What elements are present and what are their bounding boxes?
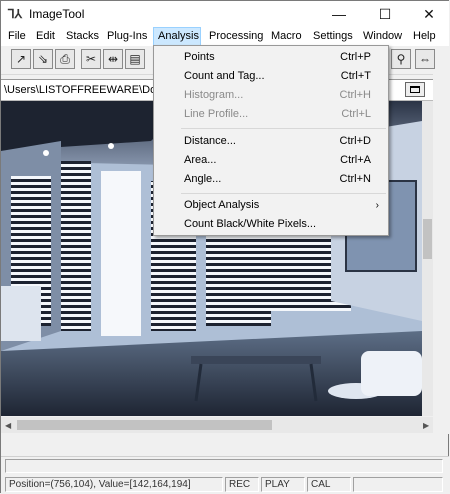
- menu-settings[interactable]: Settings: [309, 27, 357, 46]
- window-title: ImageTool: [29, 7, 85, 21]
- menu-item-area[interactable]: Area... Ctrl+A: [155, 151, 387, 170]
- menu-separator: [181, 128, 386, 129]
- pan-icon[interactable]: ⇔: [415, 49, 435, 69]
- menu-item-count-black-white-pixels[interactable]: Count Black/White Pixels...: [155, 215, 387, 234]
- status-cal: CAL: [307, 477, 351, 492]
- status-rec: REC: [225, 477, 259, 492]
- maximize-button[interactable]: ☐: [363, 1, 407, 27]
- imagetool-app-icon[interactable]: ⅂⅄: [8, 7, 24, 21]
- menu-macro[interactable]: Macro: [267, 27, 306, 46]
- status-bar: Position=(756,104), Value=[142,164,194] …: [1, 456, 449, 494]
- document-path: \Users\LISTOFFREEWARE\Downl: [4, 84, 173, 96]
- status-progress-field: [5, 459, 443, 473]
- submenu-arrow-icon: ›: [375, 200, 379, 211]
- cut-icon[interactable]: ✂: [81, 49, 101, 69]
- menu-bar: File Edit Stacks Plug-Ins Analysis Proce…: [1, 27, 449, 46]
- menu-help[interactable]: Help: [409, 27, 440, 46]
- status-position: Position=(756,104), Value=[142,164,194]: [5, 477, 223, 492]
- zoom-icon[interactable]: ⚲: [391, 49, 411, 69]
- minimize-button[interactable]: —: [317, 1, 361, 27]
- menu-edit[interactable]: Edit: [32, 27, 59, 46]
- print-icon[interactable]: ⎙: [55, 49, 75, 69]
- scroll-left-arrow-icon[interactable]: ◀: [5, 421, 11, 430]
- menu-item-object-analysis[interactable]: Object Analysis ›: [155, 196, 387, 215]
- save-icon[interactable]: ⇘: [33, 49, 53, 69]
- analysis-dropdown-menu: Points Ctrl+P Count and Tag... Ctrl+T Hist…: [153, 45, 389, 236]
- menu-item-distance[interactable]: Distance... Ctrl+D: [155, 132, 387, 151]
- horizontal-scroll-thumb[interactable]: [17, 420, 272, 430]
- menu-item-points[interactable]: Points Ctrl+P: [155, 48, 387, 67]
- close-button[interactable]: ✕: [407, 1, 450, 27]
- image-horizontal-scrollbar[interactable]: ◀ ▶: [1, 417, 433, 433]
- main-vertical-scrollbar[interactable]: [433, 74, 449, 434]
- menu-processing[interactable]: Processing: [205, 27, 267, 46]
- paste-icon[interactable]: ▤: [125, 49, 145, 69]
- menu-separator: [181, 193, 386, 194]
- menu-plug-ins[interactable]: Plug-Ins: [103, 27, 151, 46]
- copy-icon[interactable]: ⇹: [103, 49, 123, 69]
- menu-item-histogram: Histogram... Ctrl+H: [184, 89, 371, 101]
- title-bar: ⅂⅄ ImageTool — ☐ ✕: [1, 1, 449, 27]
- menu-item-line-profile: Line Profile... Ctrl+L: [184, 108, 371, 120]
- status-play: PLAY: [261, 477, 305, 492]
- menu-item-count-and-tag[interactable]: Count and Tag... Ctrl+T: [155, 67, 387, 86]
- main-window: ⅂⅄ ImageTool — ☐ ✕ File Edit Stacks Plug…: [0, 0, 449, 494]
- menu-analysis[interactable]: Analysis: [153, 27, 201, 46]
- menu-window[interactable]: Window: [359, 27, 406, 46]
- menu-file[interactable]: File: [4, 27, 30, 46]
- open-icon[interactable]: ↗: [11, 49, 31, 69]
- image-vertical-scrollbar[interactable]: [422, 101, 433, 416]
- menu-item-angle[interactable]: Angle... Ctrl+N: [155, 170, 387, 189]
- scroll-right-arrow-icon[interactable]: ▶: [423, 421, 429, 430]
- status-extra-field: [353, 477, 443, 492]
- document-maximize-button[interactable]: [405, 82, 425, 97]
- menu-stacks[interactable]: Stacks: [62, 27, 103, 46]
- vertical-scroll-thumb[interactable]: [423, 219, 432, 259]
